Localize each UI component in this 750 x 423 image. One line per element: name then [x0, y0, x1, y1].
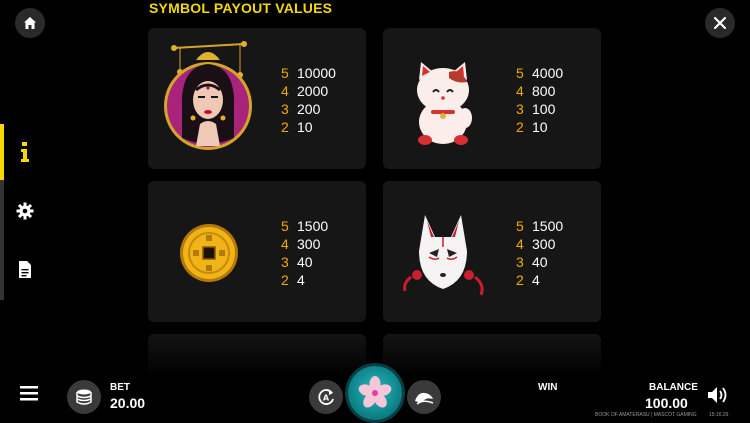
payout-count: 2 — [516, 119, 524, 135]
payout-count: 2 — [281, 119, 289, 135]
payout-row: 4 300 — [281, 235, 328, 253]
payout-value: 800 — [532, 83, 556, 99]
geisha-icon — [164, 41, 252, 150]
symbol-card: 5 4000 4 800 3 100 2 10 — [383, 28, 601, 169]
payout-count: 4 — [281, 83, 289, 99]
menu-button[interactable] — [20, 386, 38, 406]
payout-row: 4 2000 — [281, 82, 336, 100]
payout-row: 4 300 — [516, 235, 563, 253]
payout-count: 5 — [281, 218, 289, 234]
autoplay-button[interactable]: A — [309, 380, 343, 414]
payout-value: 40 — [297, 254, 313, 270]
payout-row: 3 100 — [516, 100, 563, 118]
payout-count: 3 — [281, 254, 289, 270]
svg-text:A: A — [323, 394, 330, 403]
lucky-cat-symbol — [395, 38, 491, 159]
payout-list: 5 1500 4 300 3 40 24 — [516, 217, 563, 289]
page-title: SYMBOL PAYOUT VALUES — [149, 0, 333, 16]
payout-row: 2 10 — [281, 118, 336, 136]
payout-count: 5 — [281, 65, 289, 81]
payout-row: 3 200 — [281, 100, 336, 118]
sidebar-active-indicator — [0, 124, 4, 180]
payout-value: 4000 — [532, 65, 564, 81]
game-footer: BOOK OF AMATERASU | MASCOT GAMING — [595, 412, 697, 418]
geisha-symbol — [160, 38, 256, 159]
sakura-flower-icon — [358, 376, 392, 408]
payout-count: 4 — [516, 83, 524, 99]
autoplay-icon: A — [318, 389, 334, 405]
payout-value: 40 — [532, 254, 548, 270]
payout-value: 2000 — [297, 83, 329, 99]
turbo-button[interactable] — [407, 380, 441, 414]
payout-row: 24 — [281, 271, 328, 289]
payout-count: 3 — [281, 101, 289, 117]
payout-list: 5 1500 4 300 3 40 24 — [281, 217, 328, 289]
payout-row: 24 — [516, 271, 563, 289]
payout-value: 1500 — [297, 218, 329, 234]
symbol-card: 5 1500 4 300 3 40 24 — [148, 181, 366, 322]
turbo-icon — [415, 392, 434, 405]
payout-list: 5 10000 4 2000 3 200 2 10 — [281, 64, 336, 136]
payout-row: 3 40 — [281, 253, 328, 271]
win-label: WIN — [538, 382, 558, 393]
kitsune-mask-symbol — [395, 191, 491, 312]
payout-count: 5 — [516, 218, 524, 234]
clock: 15:16:29 — [709, 412, 729, 418]
home-button[interactable] — [15, 8, 45, 38]
payout-row: 3 40 — [516, 253, 563, 271]
sidebar-item-settings[interactable] — [14, 200, 36, 222]
payout-row: 4 800 — [516, 82, 563, 100]
sidebar-item-info[interactable] — [14, 141, 36, 163]
payout-row: 5 1500 — [516, 217, 563, 235]
home-icon — [24, 17, 36, 29]
payout-value: 300 — [532, 236, 556, 252]
lucky-cat-icon — [417, 62, 472, 145]
payout-count: 3 — [516, 101, 524, 117]
gold-coin-icon — [180, 224, 238, 282]
payout-count: 4 — [281, 236, 289, 252]
payout-value: 4 — [297, 272, 305, 288]
document-icon — [19, 260, 31, 278]
payout-value: 10 — [532, 119, 548, 135]
payout-row: 5 1500 — [281, 217, 328, 235]
payout-row: 5 10000 — [281, 64, 336, 82]
payout-count: 4 — [516, 236, 524, 252]
payout-list: 5 4000 4 800 3 100 2 10 — [516, 64, 563, 136]
hamburger-icon — [20, 386, 38, 401]
payout-value: 200 — [297, 101, 321, 117]
payout-count: 2 — [516, 272, 524, 288]
spin-button[interactable] — [348, 366, 402, 420]
balance-value: 100.00 — [645, 395, 688, 411]
payout-value: 10000 — [297, 65, 336, 81]
payout-count: 5 — [516, 65, 524, 81]
close-button[interactable] — [705, 8, 735, 38]
bet-label: BET — [110, 382, 130, 393]
bet-value: 20.00 — [110, 395, 146, 411]
payout-value: 4 — [532, 272, 540, 288]
symbol-card: 5 1500 4 300 3 40 24 — [383, 181, 601, 322]
sound-button[interactable] — [707, 386, 729, 409]
payout-value: 100 — [532, 101, 556, 117]
payout-count: 3 — [516, 254, 524, 270]
gold-coin-symbol — [160, 191, 256, 312]
payout-count: 2 — [281, 272, 289, 288]
sidebar-item-rules[interactable] — [14, 258, 36, 280]
payout-value: 10 — [297, 119, 313, 135]
payout-row: 2 10 — [516, 118, 563, 136]
payout-row: 5 4000 — [516, 64, 563, 82]
gear-icon — [16, 202, 34, 220]
payout-value: 300 — [297, 236, 321, 252]
balance-label: BALANCE — [649, 382, 698, 393]
payout-value: 1500 — [532, 218, 564, 234]
kitsune-mask-icon — [403, 215, 484, 296]
bet-button[interactable] — [67, 380, 101, 414]
speaker-icon — [708, 387, 727, 403]
close-icon — [714, 17, 726, 29]
symbol-card: 5 10000 4 2000 3 200 2 10 — [148, 28, 366, 169]
coins-icon — [76, 389, 92, 405]
info-icon — [21, 142, 29, 162]
